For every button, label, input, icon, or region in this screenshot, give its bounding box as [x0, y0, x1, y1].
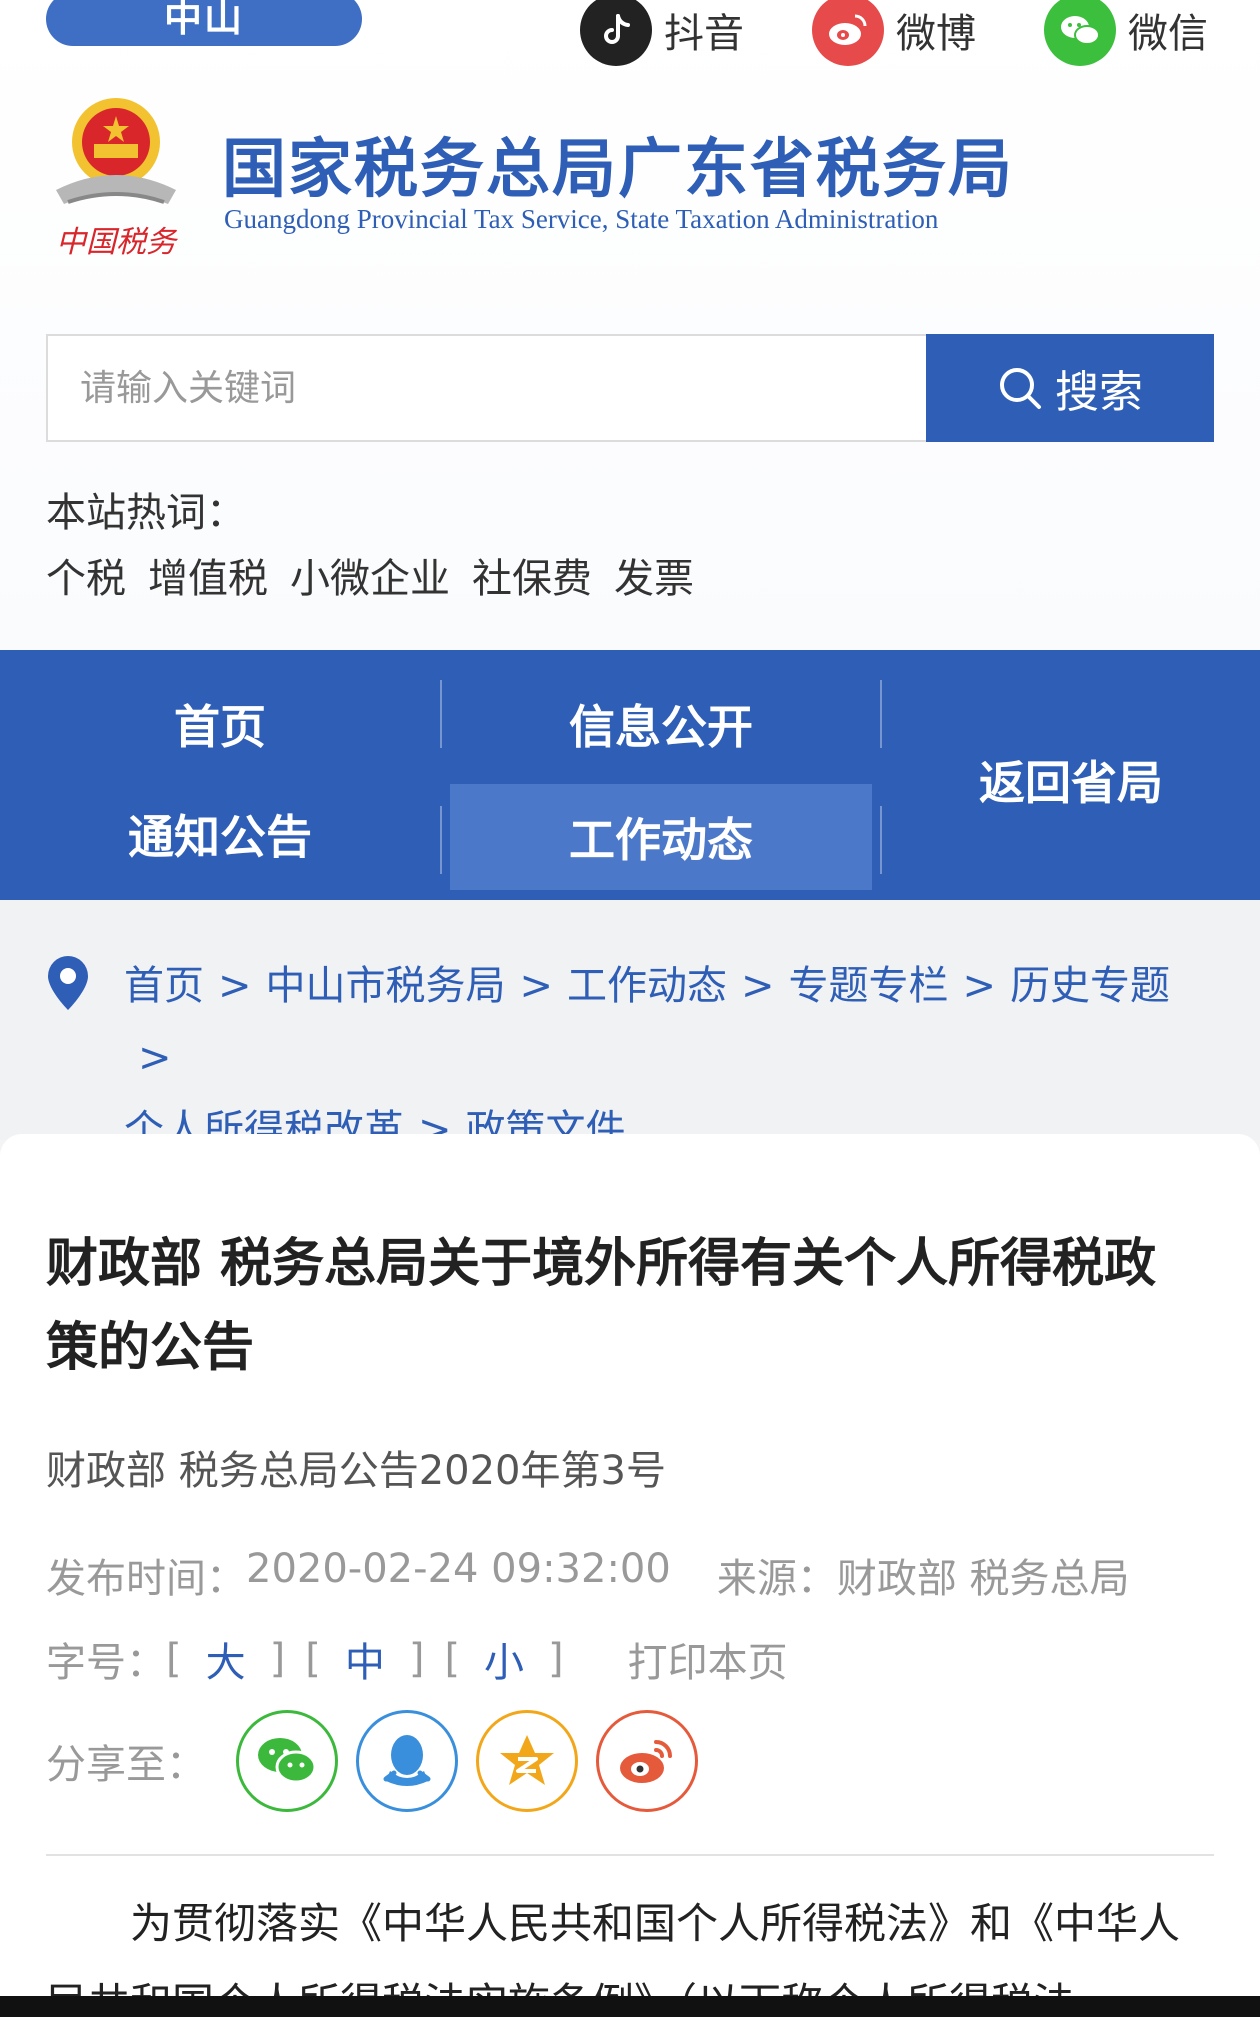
site-title-en: Guangdong Provincial Tax Service, State … [224, 204, 939, 234]
nav-divider [440, 806, 442, 874]
divider [46, 1854, 1214, 1856]
font-size-small[interactable]: 小 [484, 1630, 524, 1688]
search-icon [997, 365, 1043, 411]
weibo-icon [812, 0, 884, 66]
search-box [46, 334, 928, 442]
bottom-system-bar [0, 1996, 1260, 2017]
social-link-weibo[interactable]: 微博 [812, 0, 976, 66]
breadcrumb-separator: > [519, 963, 554, 1009]
city-tab[interactable]: 中山 [46, 0, 362, 46]
nav-item-work-updates[interactable]: 工作动态 [450, 784, 872, 890]
nav-divider [880, 680, 882, 748]
print-page-link[interactable]: 打印本页 [628, 1630, 788, 1688]
nav-item-home[interactable]: 首页 [0, 676, 440, 772]
document-number: 财政部 税务总局公告2020年第3号 [46, 1448, 666, 1494]
douyin-icon [580, 0, 652, 66]
social-link-douyin[interactable]: 抖音 [580, 0, 744, 66]
hot-word[interactable]: 个税 [46, 546, 126, 604]
hot-word[interactable]: 增值税 [148, 546, 268, 604]
font-size-large[interactable]: 大 [206, 1630, 246, 1688]
article-meta: 发布时间： 2020-02-24 09:32:00 来源： 财政部 税务总局 [46, 1546, 1130, 1604]
source-label: 来源： [716, 1556, 837, 1602]
social-label-wechat: 微信 [1128, 11, 1208, 57]
breadcrumb-separator: > [741, 963, 775, 1009]
nav-item-info-disclosure[interactable]: 信息公开 [450, 676, 872, 772]
wechat-icon [1044, 0, 1116, 66]
social-link-wechat[interactable]: 微信 [1044, 0, 1208, 66]
article-title: 财政部 税务总局关于境外所得有关个人所得税政策的公告 [46, 1234, 1157, 1378]
site-header: 中山 抖音 微博 微信 中国税务 国家税务总局广东省税务局 Guangdong … [0, 0, 1260, 650]
emblem-text: 中国税务 [56, 225, 179, 260]
source-value: 财政部 税务总局 [836, 1556, 1130, 1602]
social-label-weibo: 微博 [896, 11, 976, 57]
nav-item-back-to-province[interactable]: 返回省局 [882, 676, 1260, 884]
tax-emblem-logo: 中国税务 [46, 90, 186, 270]
nav-item-notices[interactable]: 通知公告 [0, 784, 440, 884]
search-button[interactable]: 搜索 [926, 334, 1214, 442]
hot-words-label: 本站热词： [46, 490, 246, 536]
breadcrumb-separator: > [962, 963, 997, 1009]
hot-word[interactable]: 发票 [614, 546, 694, 604]
qq-share-icon[interactable] [356, 1710, 458, 1812]
breadcrumb-item[interactable]: 中山市税务局 [266, 963, 506, 1009]
breadcrumb-item[interactable]: 首页 [124, 963, 204, 1009]
main-nav: 首页 信息公开 通知公告 工作动态 返回省局 [0, 650, 1260, 900]
hot-word[interactable]: 社保费 [472, 546, 592, 604]
breadcrumb-separator: > [218, 963, 252, 1009]
search-button-label: 搜索 [1055, 367, 1143, 418]
breadcrumb-item[interactable]: 历史专题 [1010, 963, 1170, 1009]
search-input[interactable] [48, 336, 926, 440]
breadcrumb-item[interactable]: 专题专栏 [789, 963, 949, 1009]
hot-words-list: 个税 增值税 小微企业 社保费 发票 [46, 546, 694, 604]
publish-label: 发布时间： [46, 1556, 246, 1602]
share-bar: 分享至： [46, 1710, 716, 1812]
social-label-douyin: 抖音 [664, 11, 744, 57]
site-title-cn: 国家税务总局广东省税务局 [222, 133, 1014, 207]
weibo-share-icon[interactable] [596, 1710, 698, 1812]
font-size-controls: 字号： [大] [中] [小] 打印本页 [46, 1630, 788, 1688]
article-body: 为贯彻落实《中华人民共和国个人所得税法》和《中华人民共和国个人所得税法实施条例》… [46, 1899, 1181, 2004]
wechat-share-icon[interactable] [236, 1710, 338, 1812]
location-pin-icon [44, 954, 92, 1016]
share-label: 分享至： [46, 1742, 206, 1788]
nav-divider [880, 806, 882, 874]
publish-time: 2020-02-24 09:32:00 [246, 1546, 671, 1592]
qzone-share-icon[interactable] [476, 1710, 578, 1812]
breadcrumb-item[interactable]: 工作动态 [567, 963, 727, 1009]
nav-divider [440, 680, 442, 748]
breadcrumb-separator: > [138, 1035, 172, 1081]
font-size-label: 字号： [46, 1640, 166, 1686]
hot-word[interactable]: 小微企业 [290, 546, 450, 604]
font-size-medium[interactable]: 中 [345, 1630, 385, 1688]
